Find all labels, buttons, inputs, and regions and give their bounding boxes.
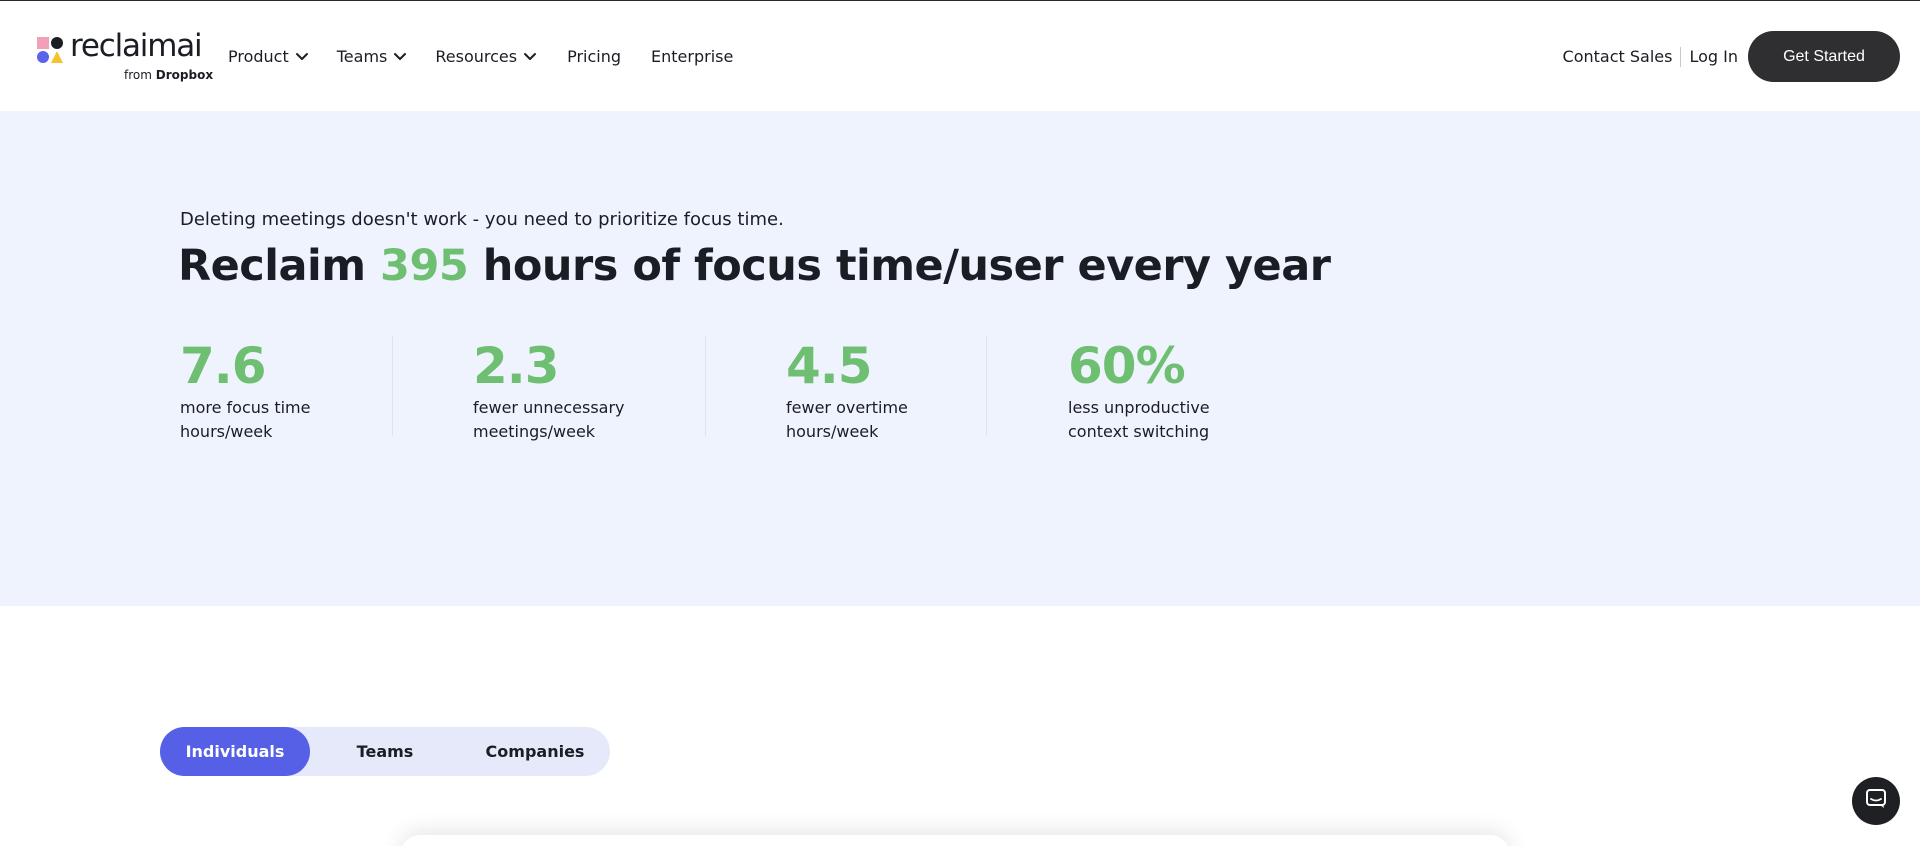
stat-value: 60% bbox=[1068, 337, 1186, 395]
hero-title: Reclaim 395 hours of focus time/user eve… bbox=[178, 241, 1331, 291]
hero-title-number: 395 bbox=[380, 241, 469, 291]
tab-teams[interactable]: Teams bbox=[310, 727, 460, 776]
tab-companies[interactable]: Companies bbox=[460, 727, 610, 776]
login-link[interactable]: Log In bbox=[1689, 47, 1738, 66]
chevron-down-icon bbox=[523, 49, 537, 63]
stat-value: 4.5 bbox=[786, 337, 873, 395]
stat-overtime: 4.5 fewer overtime hours/week bbox=[786, 336, 936, 441]
site-header: reclaimai from Dropbox Product Teams Res… bbox=[0, 1, 1920, 111]
chevron-down-icon bbox=[393, 49, 407, 63]
stat-label: fewer unnecessary meetings/week bbox=[473, 398, 625, 441]
nav-item-resources[interactable]: Resources bbox=[435, 47, 537, 66]
hero-subtitle: Deleting meetings doesn't work - you nee… bbox=[180, 209, 784, 230]
stat-divider bbox=[986, 336, 987, 436]
stat-context-switching: 60% less unproductive context switching bbox=[1068, 336, 1238, 441]
content-card-edge bbox=[400, 835, 1510, 846]
nav-item-label: Product bbox=[228, 46, 289, 66]
stat-value: 2.3 bbox=[473, 337, 560, 395]
nav-item-teams[interactable]: Teams bbox=[337, 47, 408, 66]
nav-item-label: Enterprise bbox=[651, 46, 734, 66]
stat-label: less unproductive context switching bbox=[1068, 398, 1210, 441]
tab-individuals[interactable]: Individuals bbox=[160, 727, 310, 776]
logo-wordmark: reclaimai bbox=[70, 28, 203, 64]
main-nav: Product Teams Resources Pricing Enterpri… bbox=[228, 44, 733, 68]
nav-item-pricing[interactable]: Pricing bbox=[567, 47, 621, 66]
nav-item-label: Pricing bbox=[567, 46, 622, 66]
contact-sales-link[interactable]: Contact Sales bbox=[1563, 47, 1673, 66]
stat-divider bbox=[392, 336, 393, 436]
nav-divider bbox=[1680, 46, 1682, 67]
chevron-down-icon bbox=[295, 49, 309, 63]
chat-bubble-icon bbox=[1865, 788, 1887, 814]
audience-tabs: Individuals Teams Companies bbox=[160, 727, 610, 776]
nav-item-enterprise[interactable]: Enterprise bbox=[651, 47, 733, 66]
stat-divider bbox=[705, 336, 706, 436]
nav-item-label: Resources bbox=[435, 46, 518, 66]
stat-label: more focus time hours/week bbox=[180, 398, 311, 441]
chat-launcher-button[interactable] bbox=[1852, 777, 1900, 825]
stat-meetings: 2.3 fewer unnecessary meetings/week bbox=[473, 336, 648, 441]
header-actions: Contact Sales Log In Get Started bbox=[1563, 31, 1900, 82]
stat-value: 7.6 bbox=[180, 337, 267, 395]
logo-sublabel: from Dropbox bbox=[124, 68, 214, 82]
stat-focus-time: 7.6 more focus time hours/week bbox=[180, 336, 330, 441]
reclaim-logo-mark-icon bbox=[36, 36, 64, 64]
get-started-button[interactable]: Get Started bbox=[1748, 31, 1900, 82]
nav-item-product[interactable]: Product bbox=[228, 47, 309, 66]
hero-section: Deleting meetings doesn't work - you nee… bbox=[0, 111, 1920, 606]
stat-label: fewer overtime hours/week bbox=[786, 398, 908, 441]
reclaim-logo[interactable]: reclaimai from Dropbox bbox=[36, 28, 213, 84]
nav-item-label: Teams bbox=[336, 46, 388, 66]
